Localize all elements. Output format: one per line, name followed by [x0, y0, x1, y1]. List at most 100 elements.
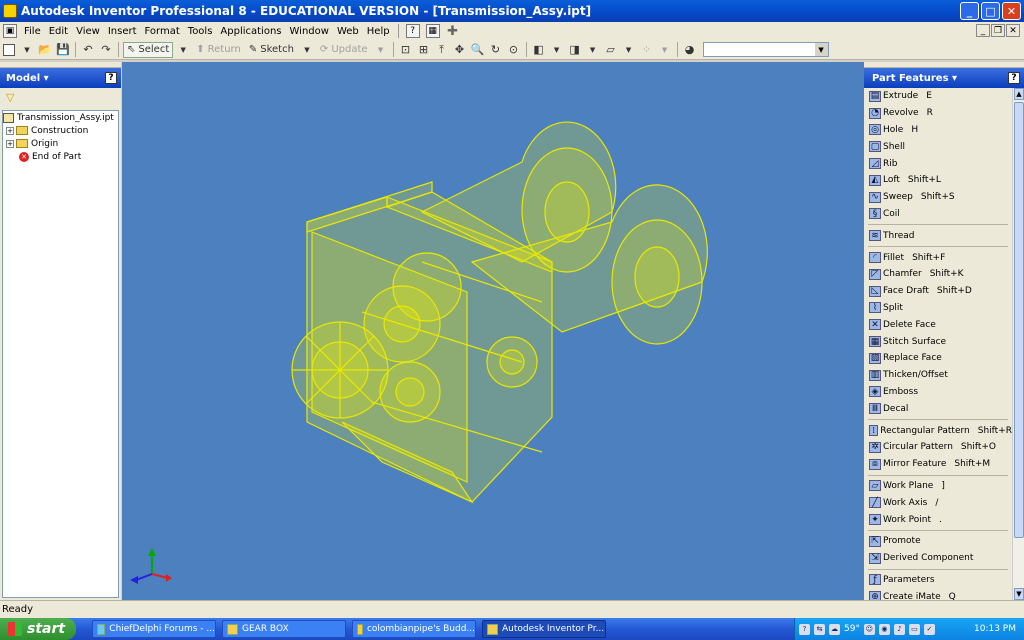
- color-style-combo[interactable]: ▼: [702, 42, 829, 57]
- feature-item[interactable]: ⇲ Derived Component: [864, 550, 1012, 567]
- feature-item[interactable]: ◭ Loft Shift+L: [864, 172, 1012, 189]
- sketch-button[interactable]: ✎ Sketch: [246, 42, 297, 58]
- mdi-restore-button[interactable]: ❐: [991, 24, 1005, 37]
- look-at-icon[interactable]: ⊙: [506, 42, 522, 58]
- display-dropdown-icon[interactable]: ▼: [549, 42, 565, 58]
- feature-item[interactable]: ◈ Emboss: [864, 384, 1012, 401]
- feature-item[interactable]: ✲ Circular Pattern Shift+O: [864, 439, 1012, 456]
- feature-item[interactable]: ◔ Revolve R: [864, 105, 1012, 122]
- add-icon[interactable]: ✚: [446, 24, 460, 39]
- menu-insert[interactable]: Insert: [104, 26, 141, 37]
- shaded-icon[interactable]: ◨: [567, 42, 583, 58]
- feature-item[interactable]: ╱ Work Axis /: [864, 494, 1012, 511]
- menu-help[interactable]: Help: [363, 26, 394, 37]
- new-dropdown-icon[interactable]: ▼: [19, 42, 35, 58]
- sketch-dropdown-icon[interactable]: ▼: [299, 42, 315, 58]
- rotate-icon[interactable]: ↻: [488, 42, 504, 58]
- feature-item[interactable]: ◎ Hole H: [864, 122, 1012, 139]
- model-panel-header[interactable]: Model ▾ ?: [0, 68, 121, 88]
- scroll-down-icon[interactable]: ▼: [1014, 588, 1024, 600]
- feature-item[interactable]: § Coil: [864, 206, 1012, 223]
- tree-item-root[interactable]: Transmission_Assy.ipt: [3, 111, 118, 124]
- scroll-up-icon[interactable]: ▲: [1014, 88, 1024, 100]
- feature-item[interactable]: ▤ Extrude E: [864, 88, 1012, 105]
- expand-icon[interactable]: +: [6, 126, 14, 135]
- features-panel-header[interactable]: Part Features ▾ ?: [864, 68, 1024, 88]
- scroll-thumb[interactable]: [1014, 102, 1024, 538]
- feature-item[interactable]: ◺ Face Draft Shift+D: [864, 283, 1012, 300]
- feature-item[interactable]: ✦ Work Point.: [864, 511, 1012, 528]
- grid-icon[interactable]: ▦: [425, 24, 440, 38]
- menu-edit[interactable]: Edit: [45, 26, 72, 37]
- feature-item[interactable]: ▱ Work Plane]: [864, 478, 1012, 495]
- help-tray-icon[interactable]: ?: [799, 623, 810, 635]
- taskbar-item-inventor[interactable]: Autodesk Inventor Pr...: [482, 620, 606, 638]
- taskbar-item-gear-box[interactable]: GEAR BOX: [222, 620, 346, 638]
- save-icon[interactable]: 💾: [55, 42, 71, 58]
- zoom-icon[interactable]: ⤒: [434, 42, 450, 58]
- features-scrollbar[interactable]: ▲ ▼: [1012, 88, 1024, 600]
- update-tray-icon[interactable]: ✓: [923, 623, 935, 635]
- weather-icon[interactable]: ☁: [829, 623, 840, 635]
- feature-item[interactable]: Ⅲ Decal: [864, 400, 1012, 417]
- tree-item-end-of-part[interactable]: ✕ End of Part: [3, 150, 118, 163]
- graphics-viewport[interactable]: [122, 62, 864, 600]
- menu-tools[interactable]: Tools: [184, 26, 217, 37]
- menu-file[interactable]: File: [20, 26, 45, 37]
- volume-icon[interactable]: ♪: [893, 623, 905, 635]
- antivirus-icon[interactable]: ◉: [878, 623, 890, 635]
- pan-icon[interactable]: ✥: [452, 42, 468, 58]
- taskbar-item-buddy[interactable]: colombianpipe's Budd...: [352, 620, 476, 638]
- zoom-all-icon[interactable]: ⊡: [398, 42, 414, 58]
- shaded-dropdown-icon[interactable]: ▼: [585, 42, 601, 58]
- feature-item[interactable]: ▦ Stitch Surface: [864, 333, 1012, 350]
- features-help-icon[interactable]: ?: [1008, 72, 1020, 84]
- display-icon[interactable]: ▭: [908, 623, 920, 635]
- menu-window[interactable]: Window: [286, 26, 333, 37]
- select-button[interactable]: ⇖ Select: [123, 41, 174, 58]
- menu-view[interactable]: View: [72, 26, 104, 37]
- camera-dropdown-icon[interactable]: ▼: [657, 42, 673, 58]
- inventor-app-icon[interactable]: [3, 4, 17, 18]
- close-button[interactable]: ✕: [1002, 2, 1021, 20]
- feature-item[interactable]: ▢ Shell: [864, 138, 1012, 155]
- return-button[interactable]: ⬆ Return: [193, 42, 244, 58]
- open-folder-icon[interactable]: 📂: [37, 42, 53, 58]
- expand-icon[interactable]: +: [6, 139, 14, 148]
- mdi-minimize-button[interactable]: _: [976, 24, 990, 37]
- feature-item[interactable]: ⌇ Split: [864, 300, 1012, 317]
- new-file-icon[interactable]: [1, 42, 17, 58]
- feature-item[interactable]: ⁞ Rectangular Pattern Shift+R: [864, 422, 1012, 439]
- feature-item[interactable]: ƒ Parameters: [864, 572, 1012, 589]
- network-icon[interactable]: ⇆: [814, 623, 825, 635]
- document-icon[interactable]: ▣: [3, 24, 17, 38]
- feature-item[interactable]: ⧈ Mirror Feature Shift+M: [864, 456, 1012, 473]
- zoom-selected-icon[interactable]: 🔍: [470, 42, 486, 58]
- feature-item[interactable]: ⊕ Create iMate Q: [864, 588, 1012, 600]
- update-dropdown-icon[interactable]: ▼: [373, 42, 389, 58]
- menu-format[interactable]: Format: [141, 26, 184, 37]
- model-help-icon[interactable]: ?: [105, 72, 117, 84]
- feature-item[interactable]: ◜ Fillet Shift+F: [864, 249, 1012, 266]
- chevron-down-icon[interactable]: ▼: [814, 43, 828, 56]
- feature-item[interactable]: ▥ Thicken/Offset: [864, 367, 1012, 384]
- feature-item[interactable]: ◸ Chamfer Shift+K: [864, 266, 1012, 283]
- feature-item[interactable]: ⇱ Promote: [864, 533, 1012, 550]
- feature-item[interactable]: ✕ Delete Face: [864, 316, 1012, 333]
- select-dropdown-icon[interactable]: ▼: [175, 42, 191, 58]
- help-icon[interactable]: ?: [405, 24, 420, 38]
- feature-item[interactable]: ◿ Rib: [864, 155, 1012, 172]
- feature-item[interactable]: ▧ Replace Face: [864, 350, 1012, 367]
- color-icon[interactable]: ◕: [682, 42, 698, 58]
- shadow-dropdown-icon[interactable]: ▼: [621, 42, 637, 58]
- menu-applications[interactable]: Applications: [216, 26, 285, 37]
- clock[interactable]: 10:13 PM: [974, 624, 1016, 634]
- tree-item-origin[interactable]: + Origin: [3, 137, 118, 150]
- start-button[interactable]: start: [0, 618, 76, 640]
- messenger-tray-icon[interactable]: ☺: [863, 623, 875, 635]
- maximize-button[interactable]: □: [981, 2, 1000, 20]
- undo-icon[interactable]: ↶: [80, 42, 96, 58]
- shadow-icon[interactable]: ▱: [603, 42, 619, 58]
- update-button[interactable]: ⟳ Update: [317, 42, 371, 58]
- minimize-button[interactable]: _: [960, 2, 979, 20]
